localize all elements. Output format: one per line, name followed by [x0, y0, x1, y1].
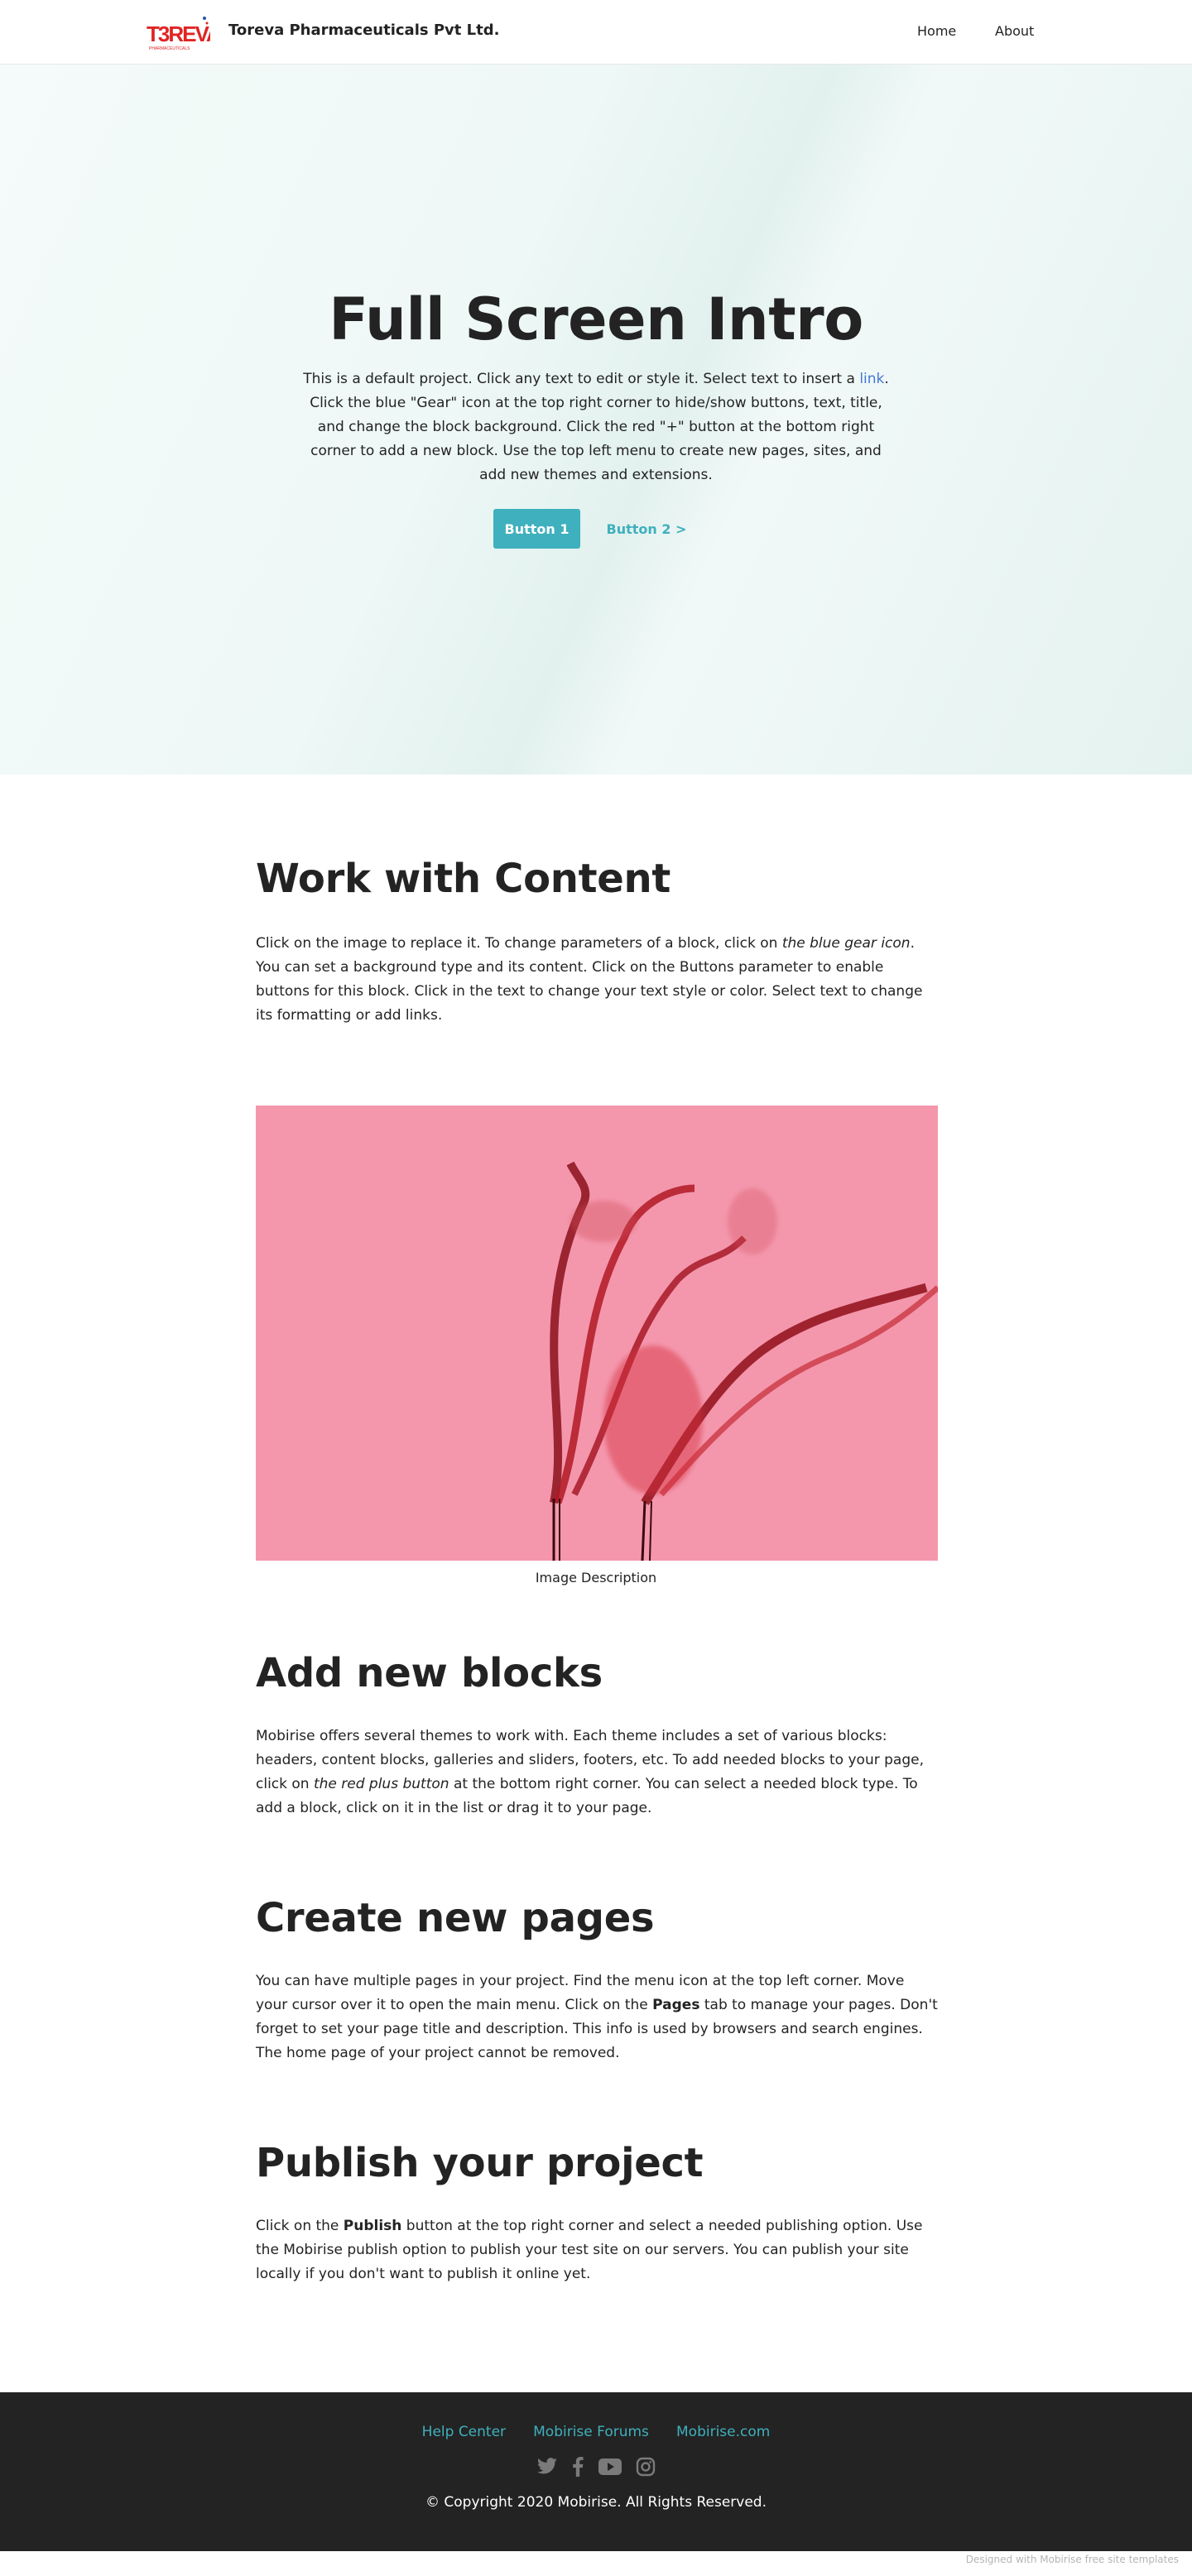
text-strong: Publish [343, 2218, 402, 2234]
button-2[interactable]: Button 2 > [596, 509, 697, 549]
content-image[interactable] [256, 1106, 938, 1561]
footer-links: Help Center Mobirise Forums Mobirise.com [0, 2424, 1192, 2440]
text-emphasis: the red plus button [313, 1776, 449, 1792]
brand-name[interactable]: Toreva Pharmaceuticals Pvt Ltd. [228, 22, 499, 39]
button-1[interactable]: Button 1 [493, 509, 580, 549]
hero-text-part2: . Click the blue "Gear" icon at the top … [310, 371, 889, 483]
youtube-icon[interactable] [598, 2458, 622, 2478]
hero-title: Full Screen Intro [329, 285, 863, 353]
text-strong: Pages [652, 1997, 700, 2013]
text-span: Click on the image to replace it. To cha… [256, 935, 782, 952]
social-icons [0, 2457, 1192, 2480]
section-title-pages: Create new pages [256, 1895, 655, 1941]
hero-section: Full Screen Intro This is a default proj… [0, 65, 1192, 775]
instagram-icon[interactable] [636, 2457, 656, 2480]
navbar: T3REVA PHARMACEUTICALS Toreva Pharmaceut… [0, 0, 1192, 65]
section-title-publish: Publish your project [256, 2140, 704, 2186]
section-title-work: Work with Content [256, 856, 671, 902]
copyright-text: © Copyright 2020 Mobirise. All Rights Re… [425, 2494, 767, 2511]
section-text-publish: Click on the Publish button at the top r… [256, 2214, 938, 2286]
flower-illustration [550, 1161, 938, 1561]
facebook-icon[interactable] [572, 2457, 584, 2480]
svg-text:T3REVA: T3REVA [147, 22, 210, 46]
text-span: Click on the [256, 2218, 344, 2234]
brand-logo[interactable]: T3REVA PHARMACEUTICALS [146, 13, 210, 53]
site-credit[interactable]: Designed with Mobirise free site templat… [966, 2554, 1179, 2565]
text-emphasis: the blue gear icon [781, 935, 911, 952]
nav-link-about[interactable]: About [995, 23, 1034, 39]
hero-description: This is a default project. Click any tex… [298, 367, 894, 487]
section-text-work: Click on the image to replace it. To cha… [256, 932, 938, 1028]
section-title-blocks: Add new blocks [256, 1650, 603, 1696]
svg-text:PHARMACEUTICALS: PHARMACEUTICALS [149, 46, 190, 51]
section-text-pages: You can have multiple pages in your proj… [256, 1969, 938, 2065]
hero-inline-link[interactable]: link [859, 371, 884, 387]
image-caption: Image Description [535, 1570, 657, 1585]
hero-text-part1: This is a default project. Click any tex… [303, 371, 860, 387]
footer: Help Center Mobirise Forums Mobirise.com… [0, 2392, 1192, 2551]
footer-link-forums[interactable]: Mobirise Forums [533, 2424, 649, 2440]
footer-link-mobirise[interactable]: Mobirise.com [676, 2424, 770, 2440]
twitter-icon[interactable] [536, 2458, 558, 2479]
footer-link-help-center[interactable]: Help Center [422, 2424, 506, 2440]
section-text-blocks: Mobirise offers several themes to work w… [256, 1725, 938, 1820]
nav-link-home[interactable]: Home [917, 23, 956, 39]
